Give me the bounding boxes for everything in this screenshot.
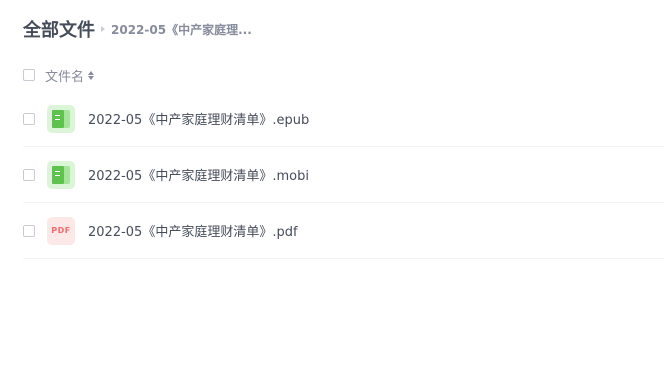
file-checkbox[interactable] xyxy=(23,112,35,125)
breadcrumb-root-all-files[interactable]: 全部文件 xyxy=(23,16,95,42)
select-all-checkbox[interactable] xyxy=(23,69,35,81)
file-name[interactable]: 2022-05《中产家庭理财清单》.mobi xyxy=(88,165,309,184)
ebook-icon xyxy=(47,160,75,189)
file-checkbox[interactable] xyxy=(23,224,35,237)
breadcrumb-current-folder: 2022-05《中产家庭理... xyxy=(111,22,252,37)
file-name[interactable]: 2022-05《中产家庭理财清单》.epub xyxy=(88,109,309,128)
file-list-header: 文件名 xyxy=(23,62,664,88)
pdf-icon-label: PDF xyxy=(51,225,71,235)
file-row[interactable]: 2022-05《中产家庭理财清单》.epub xyxy=(23,91,664,147)
file-row[interactable]: PDF 2022-05《中产家庭理财清单》.pdf xyxy=(23,203,664,259)
sort-icon[interactable] xyxy=(88,70,95,80)
file-list: 2022-05《中产家庭理财清单》.epub 2022-05《中产家庭理财清单》… xyxy=(23,91,664,259)
name-column-header[interactable]: 文件名 xyxy=(45,66,95,85)
name-column-label: 文件名 xyxy=(45,69,85,85)
file-name[interactable]: 2022-05《中产家庭理财清单》.pdf xyxy=(88,221,298,240)
file-browser: 全部文件 2022-05《中产家庭理... 文件名 2022-05《中产家庭理财… xyxy=(0,0,664,373)
file-row[interactable]: 2022-05《中产家庭理财清单》.mobi xyxy=(23,147,664,203)
breadcrumb: 全部文件 2022-05《中产家庭理... xyxy=(23,16,252,42)
breadcrumb-separator-icon xyxy=(101,26,105,32)
pdf-icon: PDF xyxy=(47,216,75,245)
ebook-icon xyxy=(47,104,75,133)
file-checkbox[interactable] xyxy=(23,168,35,181)
